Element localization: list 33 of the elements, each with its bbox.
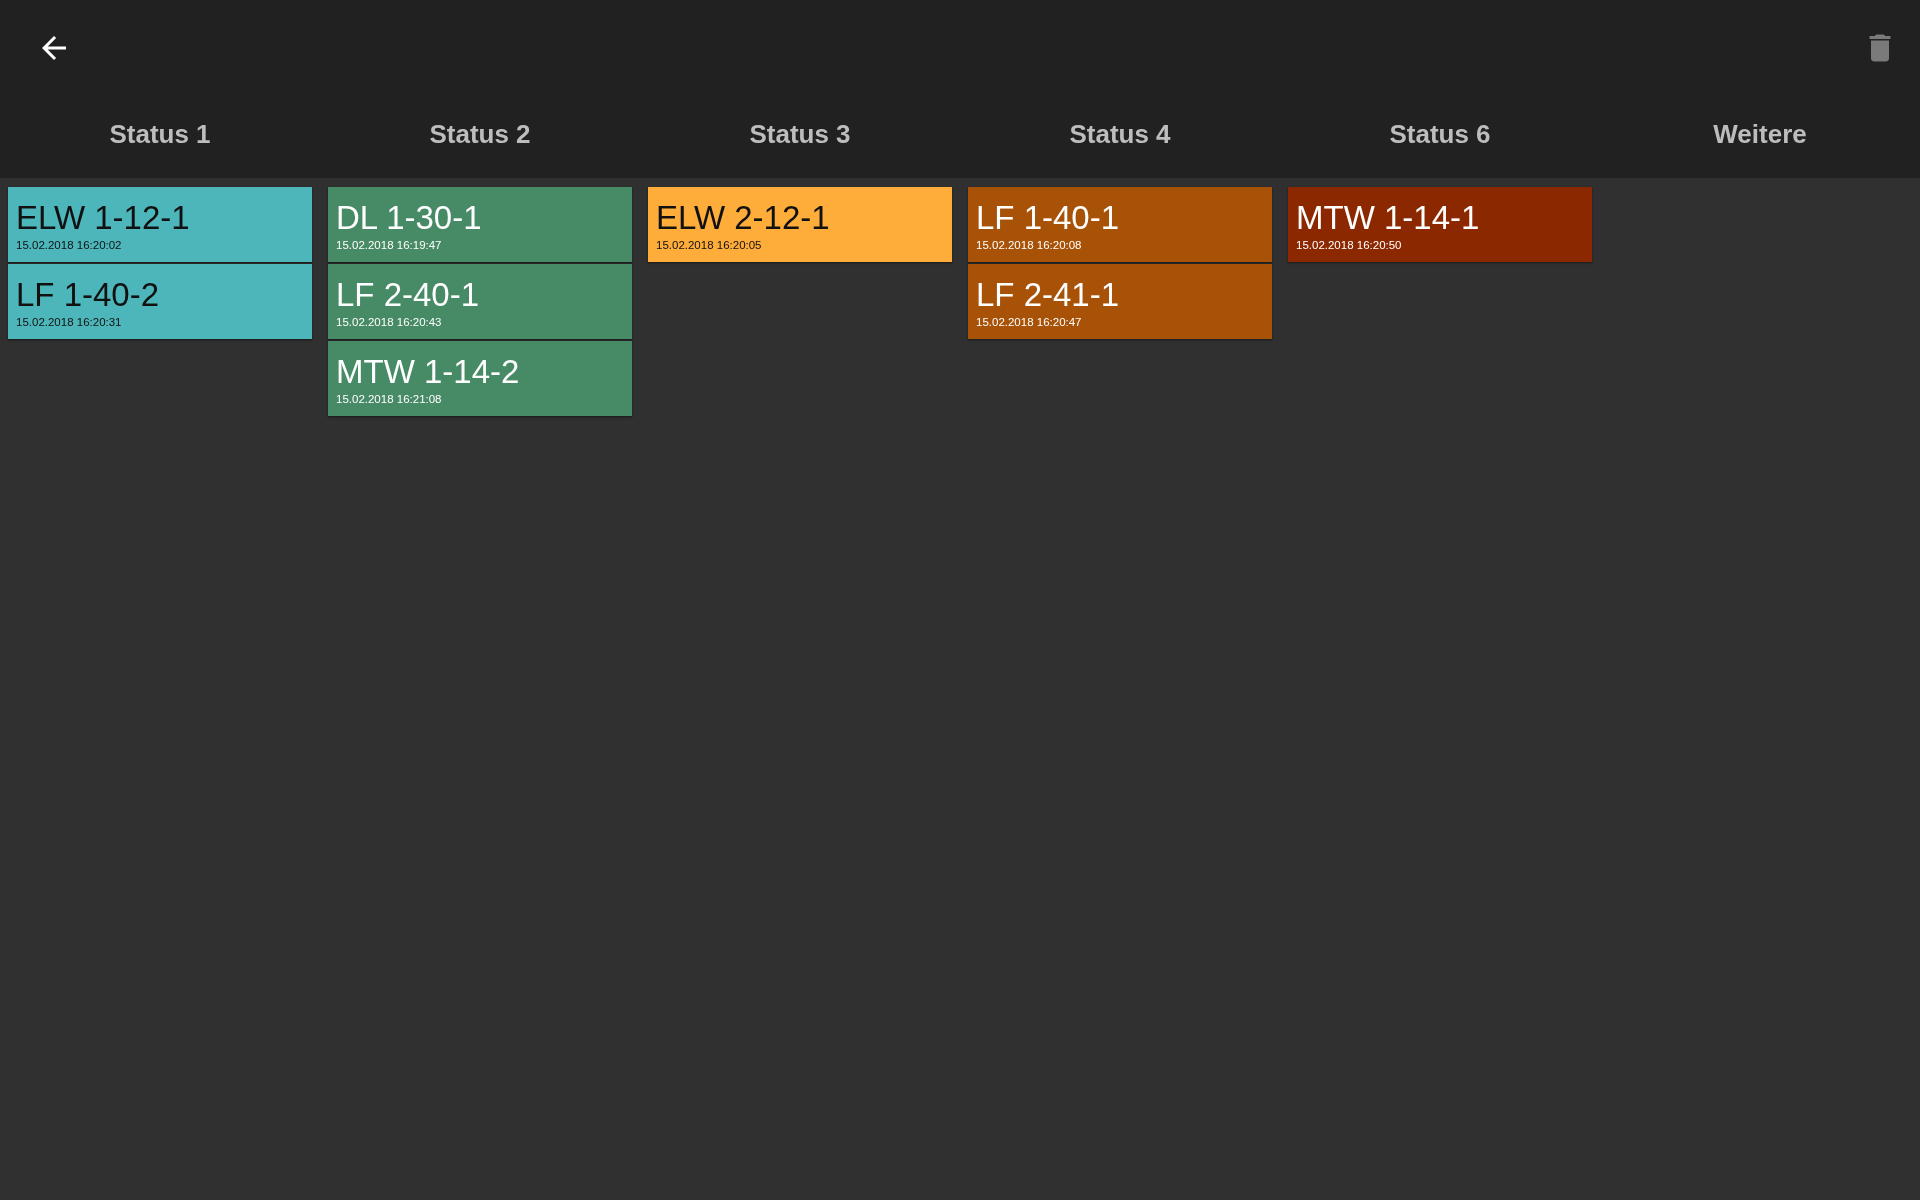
- vehicle-name: MTW 1-14-1: [1296, 200, 1480, 236]
- vehicle-name: ELW 2-12-1: [656, 200, 830, 236]
- vehicle-name: DL 1-30-1: [336, 200, 482, 236]
- status-time: 15.02.2018 16:20:05: [656, 238, 762, 253]
- status-time: 15.02.2018 16:20:43: [336, 315, 442, 330]
- vehicle-name: LF 1-40-2: [16, 277, 160, 313]
- vehicle-card[interactable]: ELW 1-12-1 15.02.2018 16:20:02: [8, 187, 312, 262]
- vehicle-card[interactable]: LF 2-40-1 15.02.2018 16:20:43: [328, 264, 632, 339]
- status-time: 15.02.2018 16:20:08: [976, 238, 1082, 253]
- vehicle-name: LF 2-40-1: [336, 277, 480, 313]
- status-time: 15.02.2018 16:20:50: [1296, 238, 1402, 253]
- vehicle-name: LF 1-40-1: [976, 200, 1120, 236]
- status-time: 15.02.2018 16:21:08: [336, 392, 442, 407]
- vehicle-card[interactable]: MTW 1-14-1 15.02.2018 16:20:50: [1288, 187, 1592, 262]
- column-header: Status 3: [749, 119, 851, 150]
- vehicle-card[interactable]: LF 2-41-1 15.02.2018 16:20:47: [968, 264, 1272, 339]
- column-header: Status 1: [109, 119, 211, 150]
- column-header: Weitere: [1713, 119, 1807, 150]
- vehicle-card[interactable]: DL 1-30-1 15.02.2018 16:19:47: [328, 187, 632, 262]
- status-time: 15.02.2018 16:20:02: [16, 238, 122, 253]
- status-time: 15.02.2018 16:20:31: [16, 315, 122, 330]
- vehicle-name: LF 2-41-1: [976, 277, 1120, 313]
- vehicle-name: MTW 1-14-2: [336, 354, 520, 390]
- column-header: Status 4: [1069, 119, 1171, 150]
- vehicle-card[interactable]: LF 1-40-2 15.02.2018 16:20:31: [8, 264, 312, 339]
- vehicle-name: ELW 1-12-1: [16, 200, 190, 236]
- status-time: 15.02.2018 16:19:47: [336, 238, 442, 253]
- vehicle-card[interactable]: MTW 1-14-2 15.02.2018 16:21:08: [328, 341, 632, 416]
- vehicle-card[interactable]: ELW 2-12-1 15.02.2018 16:20:05: [648, 187, 952, 262]
- vehicle-card[interactable]: LF 1-40-1 15.02.2018 16:20:08: [968, 187, 1272, 262]
- column-header: Status 6: [1389, 119, 1491, 150]
- column-header: Status 2: [429, 119, 531, 150]
- status-time: 15.02.2018 16:20:47: [976, 315, 1082, 330]
